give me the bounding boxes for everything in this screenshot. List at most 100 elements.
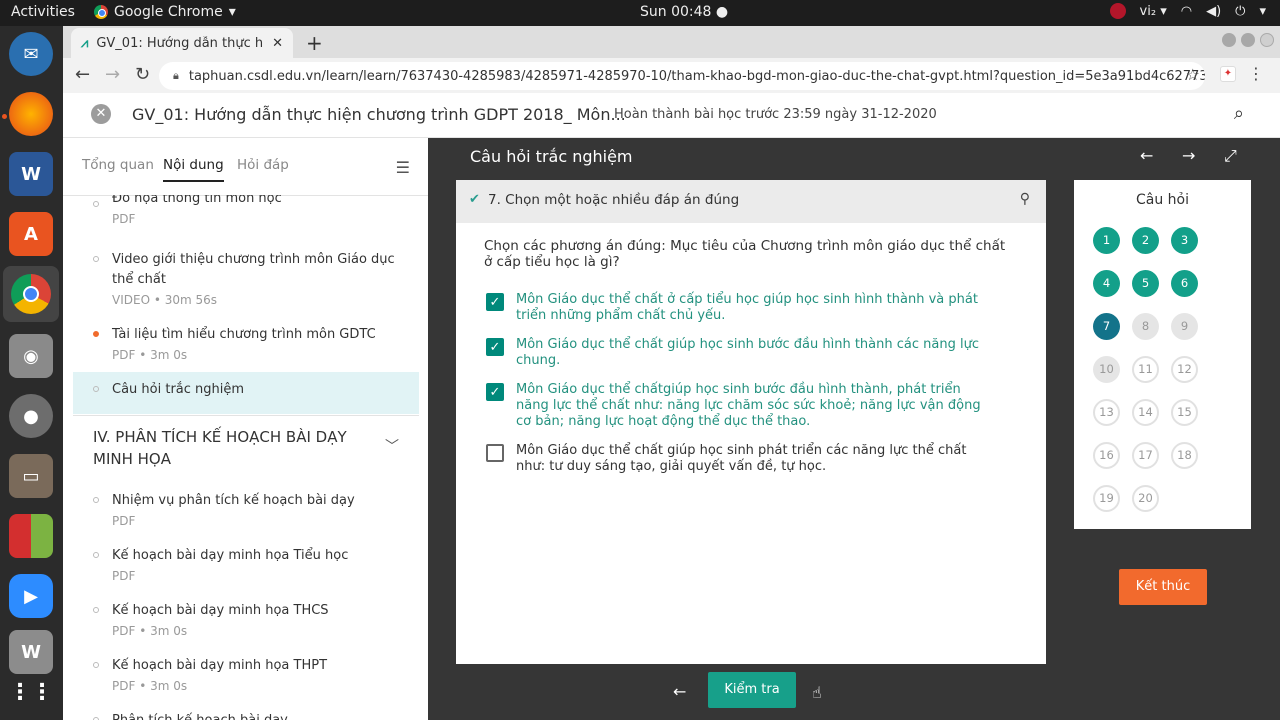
software-center-icon[interactable]: A bbox=[9, 212, 53, 256]
question-number-18[interactable]: 18 bbox=[1171, 442, 1198, 469]
prev-arrow-icon[interactable]: ← bbox=[1140, 146, 1153, 165]
window-close-button[interactable] bbox=[1260, 33, 1274, 47]
next-arrow-icon[interactable]: → bbox=[1182, 146, 1195, 165]
lesson-item[interactable]: Kế hoạch bài dạy minh họa THPT PDF • 3m … bbox=[73, 656, 419, 696]
checkbox[interactable]: ✓ bbox=[486, 338, 504, 356]
search-icon[interactable]: ⌕ bbox=[1234, 103, 1244, 124]
answer-option[interactable]: ✓ Môn Giáo dục thể chất ở cấp tiểu học g… bbox=[486, 292, 996, 324]
browser-tab[interactable]: ⩘ GV_01: Hướng dẫn thực h ✕ bbox=[71, 28, 293, 58]
camera-icon[interactable]: ◉ bbox=[9, 334, 53, 378]
checkbox[interactable]: ✓ bbox=[486, 293, 504, 311]
show-apps-icon[interactable]: ⋮⋮ bbox=[9, 670, 53, 714]
section-title[interactable]: IV. PHÂN TÍCH KẾ HOẠCH BÀI DẠY MINH HỌA bbox=[93, 426, 363, 470]
chevron-down-icon[interactable]: ﹀ bbox=[385, 436, 399, 456]
question-number-12[interactable]: 12 bbox=[1171, 356, 1198, 383]
answer-option[interactable]: ✓ Môn Giáo dục thể chất giúp học sinh bư… bbox=[486, 337, 996, 369]
answer-option[interactable]: ✓ Môn Giáo dục thể chấtgiúp học sinh bướ… bbox=[486, 382, 996, 430]
checkbox[interactable] bbox=[486, 444, 504, 462]
back-icon[interactable]: ← bbox=[75, 64, 90, 85]
sidebar-tabs: Tổng quan Nội dung Hỏi đáp ☰ bbox=[63, 138, 428, 196]
window-controls bbox=[1222, 33, 1274, 47]
question-number-14[interactable]: 14 bbox=[1132, 399, 1159, 426]
lesson-meta: PDF bbox=[112, 569, 136, 583]
prev-question-icon[interactable]: ← bbox=[673, 682, 686, 701]
bookmark-star-icon[interactable]: ☆ bbox=[1186, 65, 1200, 84]
maximize-button[interactable] bbox=[1241, 33, 1255, 47]
option-text: Môn Giáo dục thể chất ở cấp tiểu học giú… bbox=[516, 292, 978, 323]
checkbox[interactable]: ✓ bbox=[486, 383, 504, 401]
office-icon[interactable] bbox=[9, 514, 53, 558]
lesson-title: Đồ họa thông tin môn học bbox=[112, 195, 282, 206]
chrome-dock-icon[interactable] bbox=[3, 266, 59, 322]
speaker-icon[interactable]: ● bbox=[9, 394, 53, 438]
question-header: ✔ 7. Chọn một hoặc nhiều đáp án đúng ⚲ bbox=[456, 180, 1046, 223]
reload-icon[interactable]: ↻ bbox=[135, 64, 150, 85]
fullscreen-icon[interactable]: ⤢ bbox=[1224, 146, 1237, 166]
zoom-icon[interactable]: ▶ bbox=[9, 574, 53, 618]
input-method-indicator[interactable]: vi₂ ▾ bbox=[1140, 4, 1167, 19]
pin-icon[interactable]: ⚲ bbox=[1020, 191, 1030, 207]
files-icon[interactable]: ▭ bbox=[9, 454, 53, 498]
wifi-icon: ◠ bbox=[1180, 3, 1193, 19]
clock[interactable]: Sun 00:48 ● bbox=[640, 4, 728, 20]
question-number-15[interactable]: 15 bbox=[1171, 399, 1198, 426]
question-number-19[interactable]: 19 bbox=[1093, 485, 1120, 512]
question-number-6[interactable]: 6 bbox=[1171, 270, 1198, 297]
tab-overview[interactable]: Tổng quan bbox=[82, 157, 154, 173]
extension-icon[interactable]: ✦ bbox=[1220, 66, 1236, 82]
question-number-8[interactable]: 8 bbox=[1132, 313, 1159, 340]
minimize-button[interactable] bbox=[1222, 33, 1236, 47]
new-tab-button[interactable]: + bbox=[306, 31, 323, 55]
question-number-9[interactable]: 9 bbox=[1171, 313, 1198, 340]
question-number-13[interactable]: 13 bbox=[1093, 399, 1120, 426]
lesson-title: Kế hoạch bài dạy minh họa THCS bbox=[112, 603, 329, 618]
lesson-item[interactable]: Phân tích kế hoạch bài dạy bbox=[73, 711, 419, 720]
question-text: Chọn các phương án đúng: Mục tiêu của Ch… bbox=[484, 238, 1006, 270]
lesson-item[interactable]: Đồ họa thông tin môn học PDF bbox=[73, 195, 419, 235]
app-menu[interactable]: Google Chrome ▾ bbox=[94, 4, 236, 20]
system-tray[interactable]: vi₂ ▾ ◠ ◀) ⏻ ▾ bbox=[1109, 3, 1266, 19]
question-number-11[interactable]: 11 bbox=[1132, 356, 1159, 383]
forward-icon[interactable]: → bbox=[105, 64, 120, 85]
question-number-4[interactable]: 4 bbox=[1093, 270, 1120, 297]
question-number-10[interactable]: 10 bbox=[1093, 356, 1120, 383]
question-number-17[interactable]: 17 bbox=[1132, 442, 1159, 469]
clock-text: Sun 00:48 bbox=[640, 4, 712, 20]
menu-dots-icon[interactable]: ⋮ bbox=[1248, 64, 1264, 83]
question-number-7[interactable]: 7 bbox=[1093, 313, 1120, 340]
close-course-icon[interactable]: ✕ bbox=[91, 104, 111, 124]
question-number-2[interactable]: 2 bbox=[1132, 227, 1159, 254]
question-number-1[interactable]: 1 bbox=[1093, 227, 1120, 254]
firefox-icon[interactable] bbox=[9, 92, 53, 136]
lesson-item[interactable]: Tài liệu tìm hiểu chương trình môn GDTC … bbox=[73, 325, 419, 365]
tab-content[interactable]: Nội dung bbox=[163, 157, 224, 182]
browser-toolbar: ← → ↻ 🔒︎ taphuan.csdl.edu.vn/learn/learn… bbox=[63, 58, 1280, 93]
tab-strip: ⩘ GV_01: Hướng dẫn thực h ✕ + bbox=[63, 26, 1280, 58]
check-button[interactable]: Kiểm tra bbox=[708, 672, 796, 708]
activities-button[interactable]: Activities bbox=[11, 4, 75, 20]
status-bullet-icon bbox=[93, 552, 99, 558]
question-number-5[interactable]: 5 bbox=[1132, 270, 1159, 297]
question-card: ✔ 7. Chọn một hoặc nhiều đáp án đúng ⚲ C… bbox=[456, 180, 1046, 664]
lesson-item[interactable]: Video giới thiệu chương trình môn Giáo d… bbox=[73, 250, 419, 310]
writer-icon[interactable]: W bbox=[9, 630, 53, 674]
lesson-item-current[interactable]: Câu hỏi trắc nghiệm bbox=[73, 372, 419, 414]
word-icon[interactable]: W bbox=[9, 152, 53, 196]
question-number-16[interactable]: 16 bbox=[1093, 442, 1120, 469]
lesson-item[interactable]: Kế hoạch bài dạy minh họa Tiểu học PDF bbox=[73, 546, 419, 586]
lesson-item[interactable]: Nhiệm vụ phân tích kế hoạch bài dạy PDF bbox=[73, 491, 419, 531]
finish-button[interactable]: Kết thúc bbox=[1119, 569, 1207, 605]
running-indicator bbox=[2, 114, 7, 119]
tab-close-icon[interactable]: ✕ bbox=[272, 36, 283, 51]
quiz-header-title: Câu hỏi trắc nghiệm bbox=[470, 147, 633, 166]
tab-qa[interactable]: Hỏi đáp bbox=[237, 157, 289, 173]
collapse-sidebar-icon[interactable]: ☰ bbox=[396, 158, 410, 177]
lesson-item[interactable]: Kế hoạch bài dạy minh họa THCS PDF • 3m … bbox=[73, 601, 419, 641]
thunderbird-icon[interactable]: ✉ bbox=[9, 32, 53, 76]
address-bar[interactable]: 🔒︎ taphuan.csdl.edu.vn/learn/learn/76374… bbox=[159, 62, 1205, 90]
record-icon[interactable] bbox=[1109, 3, 1126, 19]
answer-option[interactable]: Môn Giáo dục thể chất giúp học sinh phát… bbox=[486, 443, 996, 475]
question-number-3[interactable]: 3 bbox=[1171, 227, 1198, 254]
option-text: Môn Giáo dục thể chấtgiúp học sinh bước … bbox=[516, 382, 981, 429]
question-number-20[interactable]: 20 bbox=[1132, 485, 1159, 512]
